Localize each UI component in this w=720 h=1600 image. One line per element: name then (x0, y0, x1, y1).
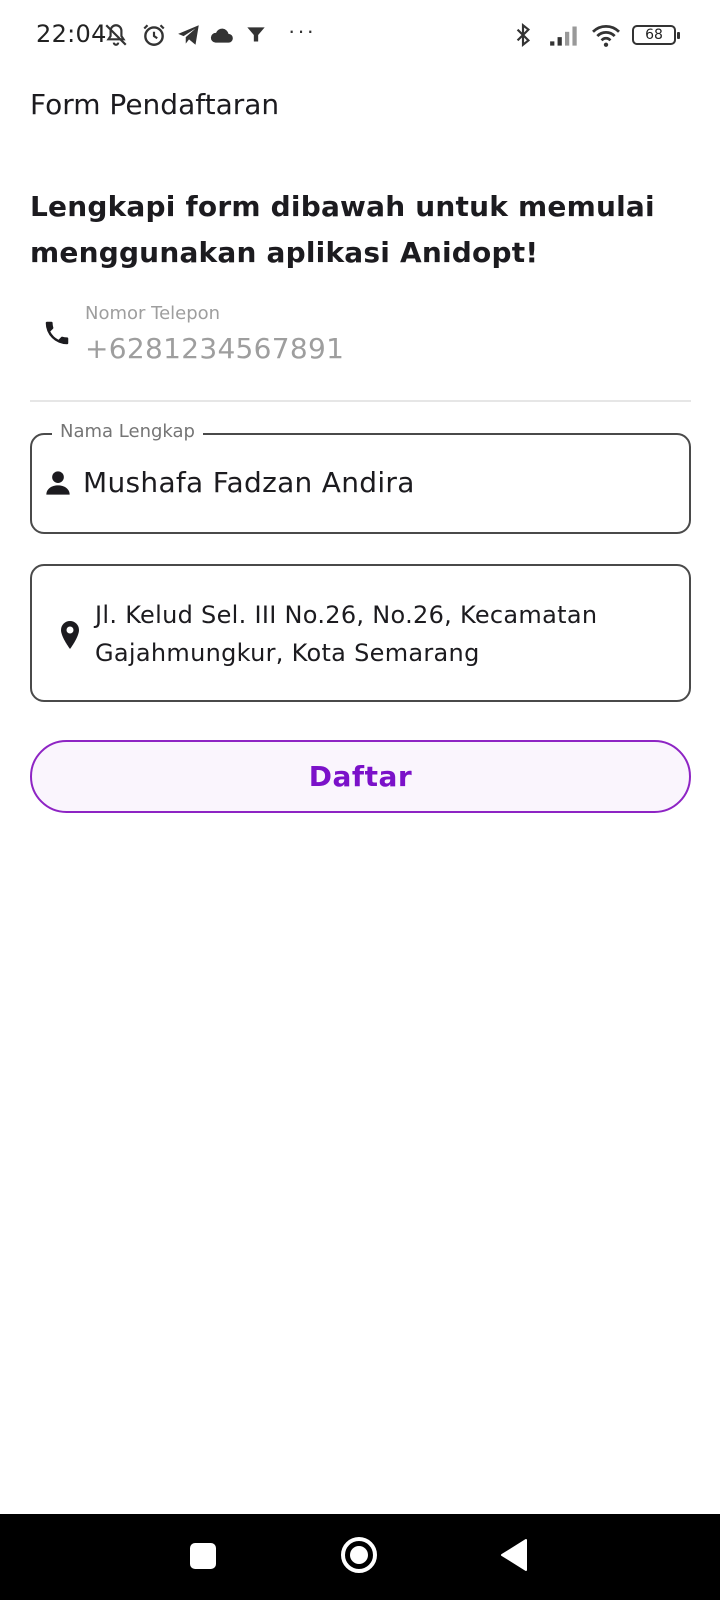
status-time: 22:04 (36, 20, 107, 48)
phone-field-value: +6281234567891 (85, 332, 345, 365)
muted-bell-icon (105, 24, 127, 46)
recent-apps-icon[interactable] (189, 1542, 217, 1570)
phone-field-label: Nomor Telepon (85, 303, 221, 324)
home-icon[interactable] (340, 1536, 378, 1574)
full-name-field-label: Nama Lengkap (52, 421, 203, 442)
battery-icon: 68 (632, 25, 680, 45)
telegram-icon (178, 25, 199, 45)
page-title: Form Pendaftaran (30, 88, 280, 121)
phone-number-field: Nomor Telepon +6281234567891 (30, 298, 691, 402)
full-name-input[interactable]: Mushafa Fadzan Andira (83, 466, 415, 499)
phone-icon (45, 321, 69, 345)
filter-icon (247, 27, 265, 42)
location-pin-icon (61, 621, 79, 649)
wifi-icon (592, 25, 620, 47)
signal-icon (550, 26, 577, 46)
address-field[interactable]: Jl. Kelud Sel. III No.26, No.26, Kecamat… (30, 564, 691, 702)
system-nav-bar (0, 1514, 720, 1600)
person-icon (46, 471, 70, 495)
intro-text: Lengkapi form dibawah untuk memulai meng… (30, 190, 655, 269)
bluetooth-icon (516, 22, 531, 48)
address-input[interactable]: Jl. Kelud Sel. III No.26, No.26, Kecamat… (95, 596, 655, 672)
register-button[interactable]: Daftar (30, 740, 691, 813)
back-icon[interactable] (500, 1538, 528, 1572)
alarm-icon (143, 24, 165, 46)
register-button-label: Daftar (308, 760, 413, 793)
full-name-field[interactable]: Nama Lengkap Mushafa Fadzan Andira (30, 421, 691, 534)
cloud-icon (210, 28, 233, 43)
status-bar: 22:04 ··· 68 (0, 0, 720, 70)
more-dots-icon: ··· (288, 18, 316, 43)
